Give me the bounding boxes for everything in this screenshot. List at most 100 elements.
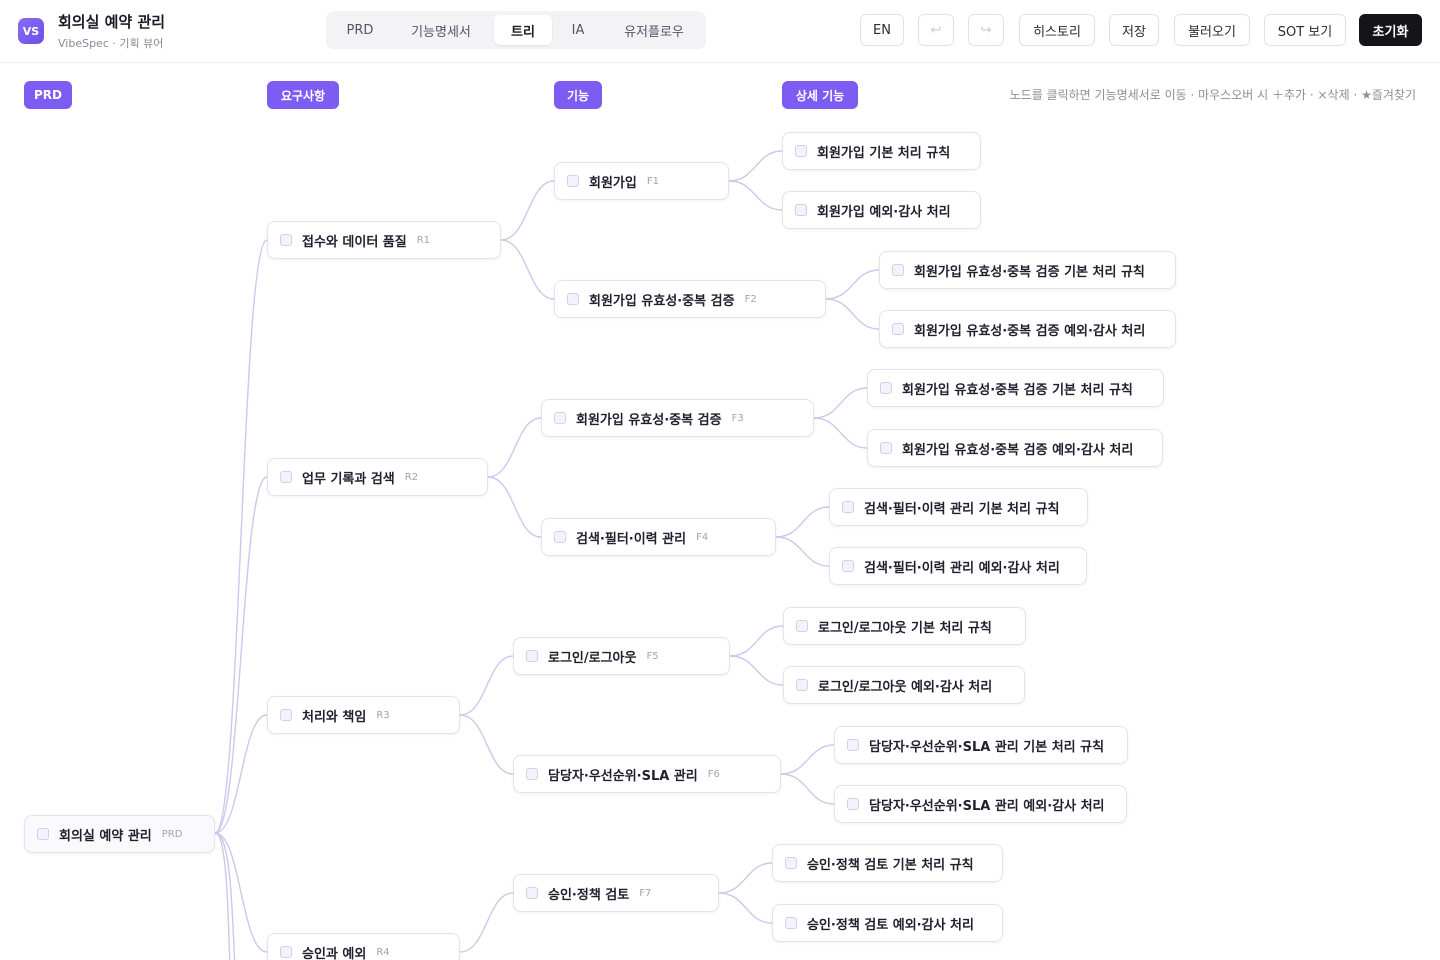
tree-node-detail[interactable]: 회원가입 예외·감사 처리 <box>782 191 981 229</box>
tree-node-detail[interactable]: 로그인/로그아웃 기본 처리 규칙 <box>783 607 1026 645</box>
reset-button[interactable]: 초기화 <box>1359 14 1422 46</box>
node-checkbox[interactable] <box>795 145 807 157</box>
tree-node-requirement-r4[interactable]: 승인과 예외 R4 <box>267 933 460 960</box>
node-label: 회원가입 유효성·중복 검증 기본 처리 규칙 <box>914 264 1145 280</box>
undo-icon[interactable]: ↩ <box>918 14 954 46</box>
node-checkbox[interactable] <box>795 204 807 216</box>
load-button[interactable]: 불러오기 <box>1174 14 1250 46</box>
tree-node-feature-f1[interactable]: 회원가입 F1 <box>554 162 729 200</box>
tree-node-detail[interactable]: 담당자·우선순위·SLA 관리 예외·감사 처리 <box>834 785 1127 823</box>
node-checkbox[interactable] <box>785 857 797 869</box>
node-code: F3 <box>731 412 744 424</box>
node-label: 로그인/로그아웃 <box>548 650 637 666</box>
node-label: 회원가입 유효성·중복 검증 기본 처리 규칙 <box>902 382 1133 398</box>
node-label: 처리와 책임 <box>302 709 367 725</box>
tree-node-detail[interactable]: 회원가입 유효성·중복 검증 기본 처리 규칙 <box>879 251 1176 289</box>
app-logo: VS <box>18 18 44 44</box>
app-subtitle: VibeSpec · 기획 뷰어 <box>58 37 164 50</box>
level-badge-detail-features: 상세 기능 <box>782 81 858 109</box>
tab-ia[interactable]: IA <box>558 15 598 45</box>
node-code: R4 <box>376 946 390 958</box>
tree-node-requirement-r1[interactable]: 접수와 데이터 품질 R1 <box>267 221 501 259</box>
level-badge-features: 기능 <box>554 81 602 109</box>
node-code: F1 <box>646 175 659 187</box>
node-checkbox[interactable] <box>280 946 292 958</box>
tab-userflow[interactable]: 유저플로우 <box>608 15 700 45</box>
node-checkbox[interactable] <box>796 620 808 632</box>
tree-node-feature-f4[interactable]: 검색·필터·이력 관리 F4 <box>541 518 776 556</box>
tree-node-detail[interactable]: 로그인/로그아웃 예외·감사 처리 <box>783 666 1025 704</box>
tree-node-detail[interactable]: 승인·정책 검토 예외·감사 처리 <box>772 904 1003 942</box>
tree-node-requirement-r3[interactable]: 처리와 책임 R3 <box>267 696 460 734</box>
node-label: 회의실 예약 관리 <box>59 828 152 844</box>
node-checkbox[interactable] <box>785 917 797 929</box>
node-label: 담당자·우선순위·SLA 관리 예외·감사 처리 <box>869 798 1105 814</box>
node-checkbox[interactable] <box>880 442 892 454</box>
redo-icon[interactable]: ↪ <box>968 14 1004 46</box>
tree-node-feature-f7[interactable]: 승인·정책 검토 F7 <box>513 874 719 912</box>
node-checkbox[interactable] <box>880 382 892 394</box>
node-label: 로그인/로그아웃 기본 처리 규칙 <box>818 620 992 636</box>
node-checkbox[interactable] <box>796 679 808 691</box>
app-title: 회의실 예약 관리 <box>58 13 166 31</box>
tree-node-detail[interactable]: 검색·필터·이력 관리 예외·감사 처리 <box>829 547 1087 585</box>
node-code: F4 <box>696 531 709 543</box>
tree-node-detail[interactable]: 회원가입 유효성·중복 검증 예외·감사 처리 <box>879 310 1176 348</box>
node-label: 승인·정책 검토 예외·감사 처리 <box>807 917 974 933</box>
node-checkbox[interactable] <box>847 739 859 751</box>
app-header: VS 회의실 예약 관리 VibeSpec · 기획 뷰어 PRD 기능명세서 … <box>0 0 1440 63</box>
node-label: 담당자·우선순위·SLA 관리 기본 처리 규칙 <box>869 739 1105 755</box>
node-checkbox[interactable] <box>842 560 854 572</box>
node-checkbox[interactable] <box>526 768 538 780</box>
node-code: F5 <box>646 650 659 662</box>
node-checkbox[interactable] <box>554 412 566 424</box>
node-code: PRD <box>161 828 183 840</box>
node-checkbox[interactable] <box>37 828 49 840</box>
node-code: R2 <box>404 471 419 483</box>
sot-view-button[interactable]: SOT 보기 <box>1264 14 1346 46</box>
node-checkbox[interactable] <box>280 709 292 721</box>
node-label: 업무 기록과 검색 <box>302 471 395 487</box>
node-label: 회원가입 유효성·중복 검증 예외·감사 처리 <box>914 323 1146 339</box>
node-checkbox[interactable] <box>526 887 538 899</box>
save-button[interactable]: 저장 <box>1109 14 1159 46</box>
node-code: F7 <box>639 887 652 899</box>
node-checkbox[interactable] <box>280 234 292 246</box>
node-label: 담당자·우선순위·SLA 관리 <box>548 768 698 784</box>
tree-node-detail[interactable]: 검색·필터·이력 관리 기본 처리 규칙 <box>829 488 1088 526</box>
node-label: 검색·필터·이력 관리 기본 처리 규칙 <box>864 501 1060 517</box>
node-checkbox[interactable] <box>526 650 538 662</box>
node-checkbox[interactable] <box>847 798 859 810</box>
tab-prd[interactable]: PRD <box>332 15 388 45</box>
node-checkbox[interactable] <box>567 293 579 305</box>
node-checkbox[interactable] <box>892 323 904 335</box>
tab-spec[interactable]: 기능명세서 <box>396 15 486 45</box>
node-code: R1 <box>416 234 431 246</box>
history-button[interactable]: 히스토리 <box>1019 14 1095 46</box>
node-label: 회원가입 유효성·중복 검증 <box>589 293 735 309</box>
tree-node-detail[interactable]: 담당자·우선순위·SLA 관리 기본 처리 규칙 <box>834 726 1128 764</box>
node-label: 검색·필터·이력 관리 <box>576 531 687 547</box>
level-badge-prd: PRD <box>24 81 72 109</box>
node-label: 승인·정책 검토 기본 처리 규칙 <box>807 857 974 873</box>
tree-node-requirement-r2[interactable]: 업무 기록과 검색 R2 <box>267 458 488 496</box>
tree-node-detail[interactable]: 회원가입 유효성·중복 검증 예외·감사 처리 <box>867 429 1163 467</box>
tree-node-detail[interactable]: 승인·정책 검토 기본 처리 규칙 <box>772 844 1003 882</box>
tree-node-detail[interactable]: 회원가입 기본 처리 규칙 <box>782 132 981 170</box>
language-button[interactable]: EN <box>860 14 904 46</box>
tree-node-feature-f6[interactable]: 담당자·우선순위·SLA 관리 F6 <box>513 755 781 793</box>
node-checkbox[interactable] <box>554 531 566 543</box>
node-checkbox[interactable] <box>842 501 854 513</box>
node-checkbox[interactable] <box>280 471 292 483</box>
node-label: 회원가입 유효성·중복 검증 <box>576 412 722 428</box>
tree-node-detail[interactable]: 회원가입 유효성·중복 검증 기본 처리 규칙 <box>867 369 1164 407</box>
tree-node-feature-f5[interactable]: 로그인/로그아웃 F5 <box>513 637 730 675</box>
tree-node-feature-f2[interactable]: 회원가입 유효성·중복 검증 F2 <box>554 280 826 318</box>
tab-tree[interactable]: 트리 <box>494 15 552 45</box>
tree-node-root[interactable]: 회의실 예약 관리 PRD <box>24 815 215 853</box>
tree-node-feature-f3[interactable]: 회원가입 유효성·중복 검증 F3 <box>541 399 814 437</box>
node-label: 검색·필터·이력 관리 예외·감사 처리 <box>864 560 1060 576</box>
node-label: 회원가입 유효성·중복 검증 예외·감사 처리 <box>902 442 1134 458</box>
node-checkbox[interactable] <box>567 175 579 187</box>
node-checkbox[interactable] <box>892 264 904 276</box>
